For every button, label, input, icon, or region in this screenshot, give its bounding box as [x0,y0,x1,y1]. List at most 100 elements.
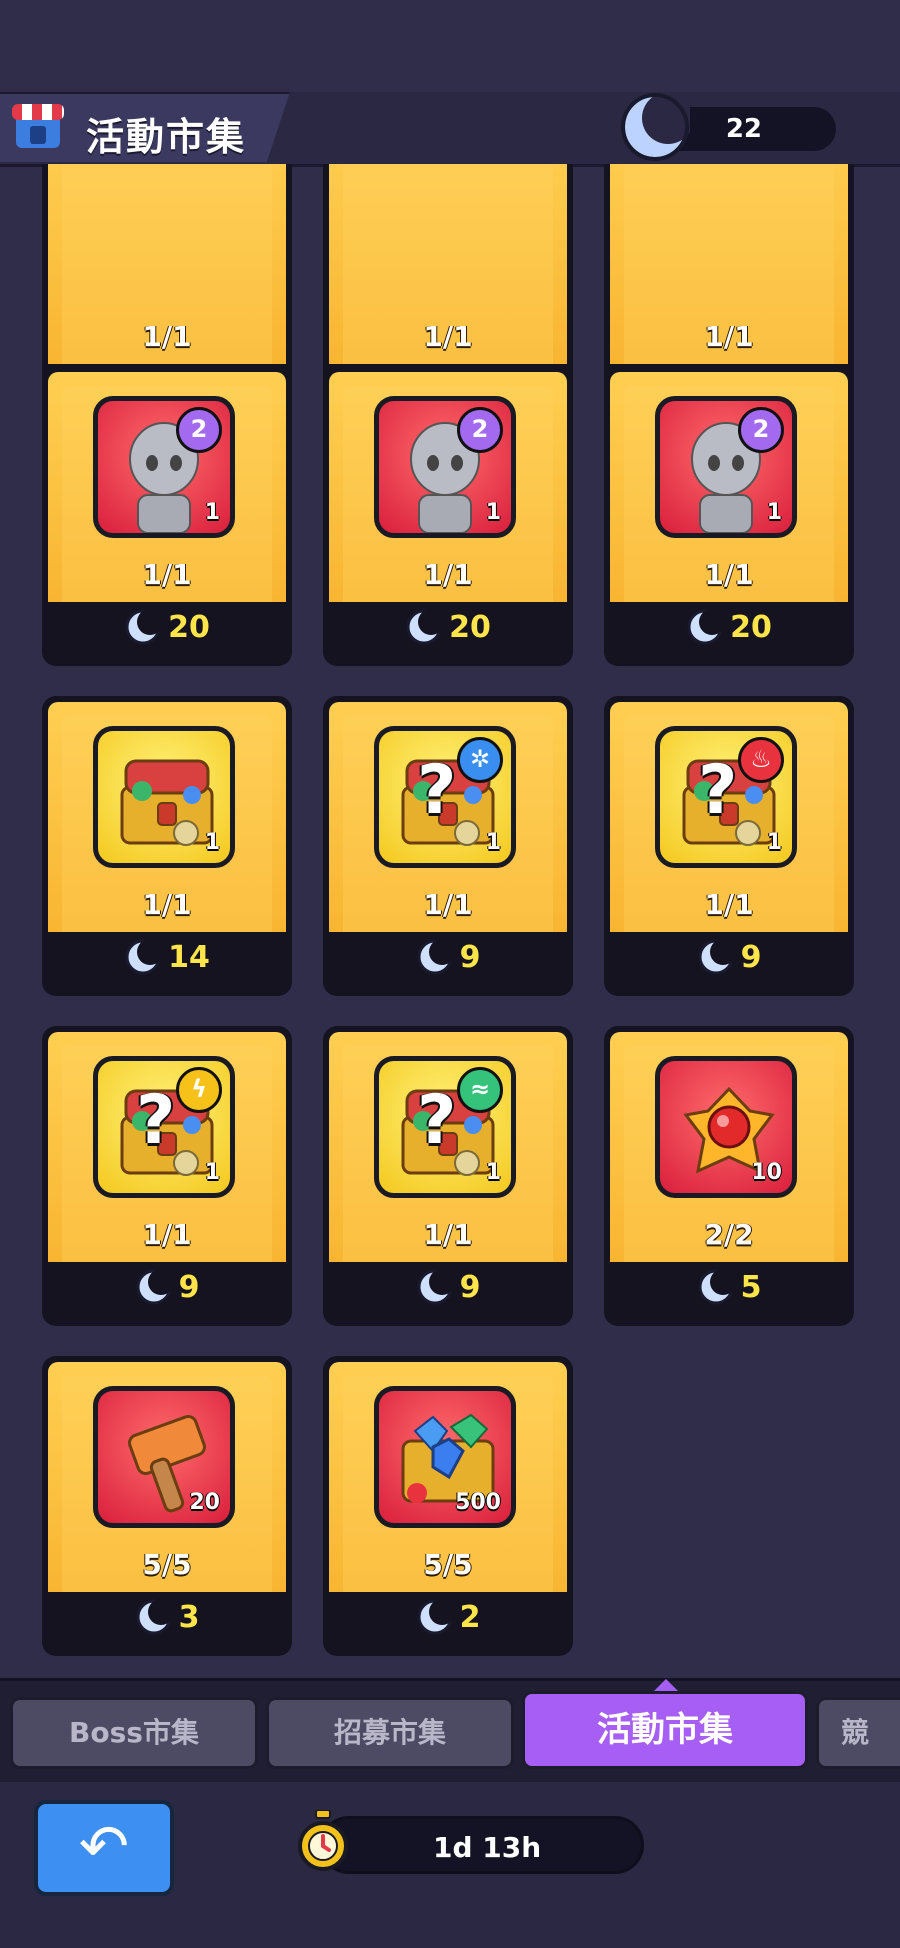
question-mark-icon: ? [698,751,738,830]
refresh-timer: 1d 13h [320,1816,644,1874]
shop-item-card[interactable]: ? ✲ 1 1/1 9 [323,696,573,996]
shop-item-card[interactable]: ? ϟ 1 1/1 9 [42,1026,292,1326]
stock-count: 5/5 [423,1548,473,1581]
moon-currency-icon [621,92,690,161]
red-gem-ornament-icon: 10 [655,1056,797,1198]
price-amount: 9 [740,939,762,975]
price-amount: 5 [740,1269,762,1305]
price-amount: 20 [168,609,210,645]
moon-currency-icon [697,939,735,975]
footer: ↶ 1d 13h [0,1782,900,1948]
question-mark-icon: ? [417,1081,457,1160]
item-quantity: 1 [204,830,220,855]
price-tag: 20 [323,608,573,658]
element-badge-icon: ≈ [457,1067,503,1113]
price-tag: 14 [42,938,292,988]
title-panel: 活動市集 [0,92,290,162]
status-bar-area [0,0,900,92]
stock-count: 1/1 [423,888,473,921]
shop-grid: 1/1201/1201/120211/120211/120211/12011/1… [0,164,900,1684]
gem-pile-icon: 500 [374,1386,516,1528]
shop-item-card[interactable]: 1 1/1 14 [42,696,292,996]
stock-count: 5/5 [142,1548,192,1581]
statue-girl-icon: 21 [93,396,235,538]
stock-count: 1/1 [423,320,473,353]
statue-boy-icon: 21 [374,396,516,538]
stock-count: 1/1 [142,1218,192,1251]
timer-text: 1d 13h [433,1831,542,1864]
price-amount: 9 [459,939,481,975]
item-quantity: 10 [751,1160,782,1185]
active-tab-caret [654,1679,678,1691]
stock-count: 2/2 [704,1218,754,1251]
mystery-chest-wind-icon: ? ≈1 [374,1056,516,1198]
back-arrow-icon: ↶ [78,1812,130,1882]
rarity-badge: 2 [176,407,222,453]
stock-count: 1/1 [423,1218,473,1251]
stock-count: 1/1 [704,888,754,921]
price-tag: 20 [42,608,292,658]
page-title: 活動市集 [86,115,247,159]
moon-currency-icon [135,1599,173,1635]
item-quantity: 500 [455,1490,501,1515]
price-tag: 20 [604,608,854,658]
shop-icon [12,104,64,148]
price-amount: 14 [168,939,210,975]
question-mark-icon: ? [136,1081,176,1160]
back-button[interactable]: ↶ [34,1800,174,1896]
mystery-chest-ice-icon: ? ✲ 1 [374,726,516,868]
price-amount: 3 [178,1599,200,1635]
moon-currency-icon [405,609,444,645]
moon-currency-icon [416,1599,454,1635]
mystery-chest-fire-icon: ? ♨ 1 [655,726,797,868]
shop-item-card[interactable]: 2 1 1/1 20 [604,366,854,666]
item-quantity: 1 [766,500,782,525]
element-badge-icon: ✲ [457,737,503,783]
shop-item-card[interactable]: 500 5/5 2 [323,1356,573,1656]
statue-hero-icon: 21 [655,396,797,538]
price-tag: 9 [604,938,854,988]
moon-currency-icon [416,939,454,975]
stopwatch-icon [298,1810,348,1871]
tab-event-market[interactable]: 活動市集 [522,1691,808,1769]
price-tag: 9 [323,1268,573,1318]
item-quantity: 1 [204,500,220,525]
hammer-icon: 20 [93,1386,235,1528]
price-amount: 9 [178,1269,200,1305]
item-quantity: 1 [485,1160,501,1185]
moon-currency-icon [416,1269,454,1305]
price-amount: 20 [449,609,491,645]
stock-count: 1/1 [142,558,192,591]
item-quantity: 1 [204,1160,220,1185]
stock-count: 1/1 [704,558,754,591]
stock-count: 1/1 [142,320,192,353]
tab-recruit-market[interactable]: 招募市集 [266,1697,514,1769]
price-tag: 9 [323,938,573,988]
header: 活動市集 22 [0,92,900,167]
shop-item-card[interactable]: 20 5/5 3 [42,1356,292,1656]
question-mark-icon: ? [417,751,457,830]
stock-count: 1/1 [423,558,473,591]
item-quantity: 1 [766,830,782,855]
shop-item-card[interactable]: 2 1 1/1 20 [42,366,292,666]
price-amount: 2 [459,1599,481,1635]
tab-boss-market[interactable]: Boss市集 [10,1697,258,1769]
shop-item-card[interactable]: ? ≈1 1/1 9 [323,1026,573,1326]
item-quantity: 20 [189,1490,220,1515]
shop-item-card[interactable]: ? ♨ 1 1/1 9 [604,696,854,996]
moon-currency-icon [686,609,725,645]
price-amount: 9 [459,1269,481,1305]
rarity-badge: 2 [457,407,503,453]
shop-item-card[interactable]: 2 1 1/1 20 [323,366,573,666]
price-tag: 3 [42,1598,292,1648]
stock-count: 1/1 [704,320,754,353]
element-badge-icon: ♨ [738,737,784,783]
moon-currency-icon [697,1269,735,1305]
shop-item-card[interactable]: 10 2/2 5 [604,1026,854,1326]
tab-bar: Boss市集 招募市集 活動市集 競 [0,1678,900,1785]
rarity-badge: 2 [738,407,784,453]
moon-currency-icon [135,1269,173,1305]
price-tag: 9 [42,1268,292,1318]
tab-arena-market[interactable]: 競 [816,1697,900,1769]
treasure-chest-icon: 1 [93,726,235,868]
